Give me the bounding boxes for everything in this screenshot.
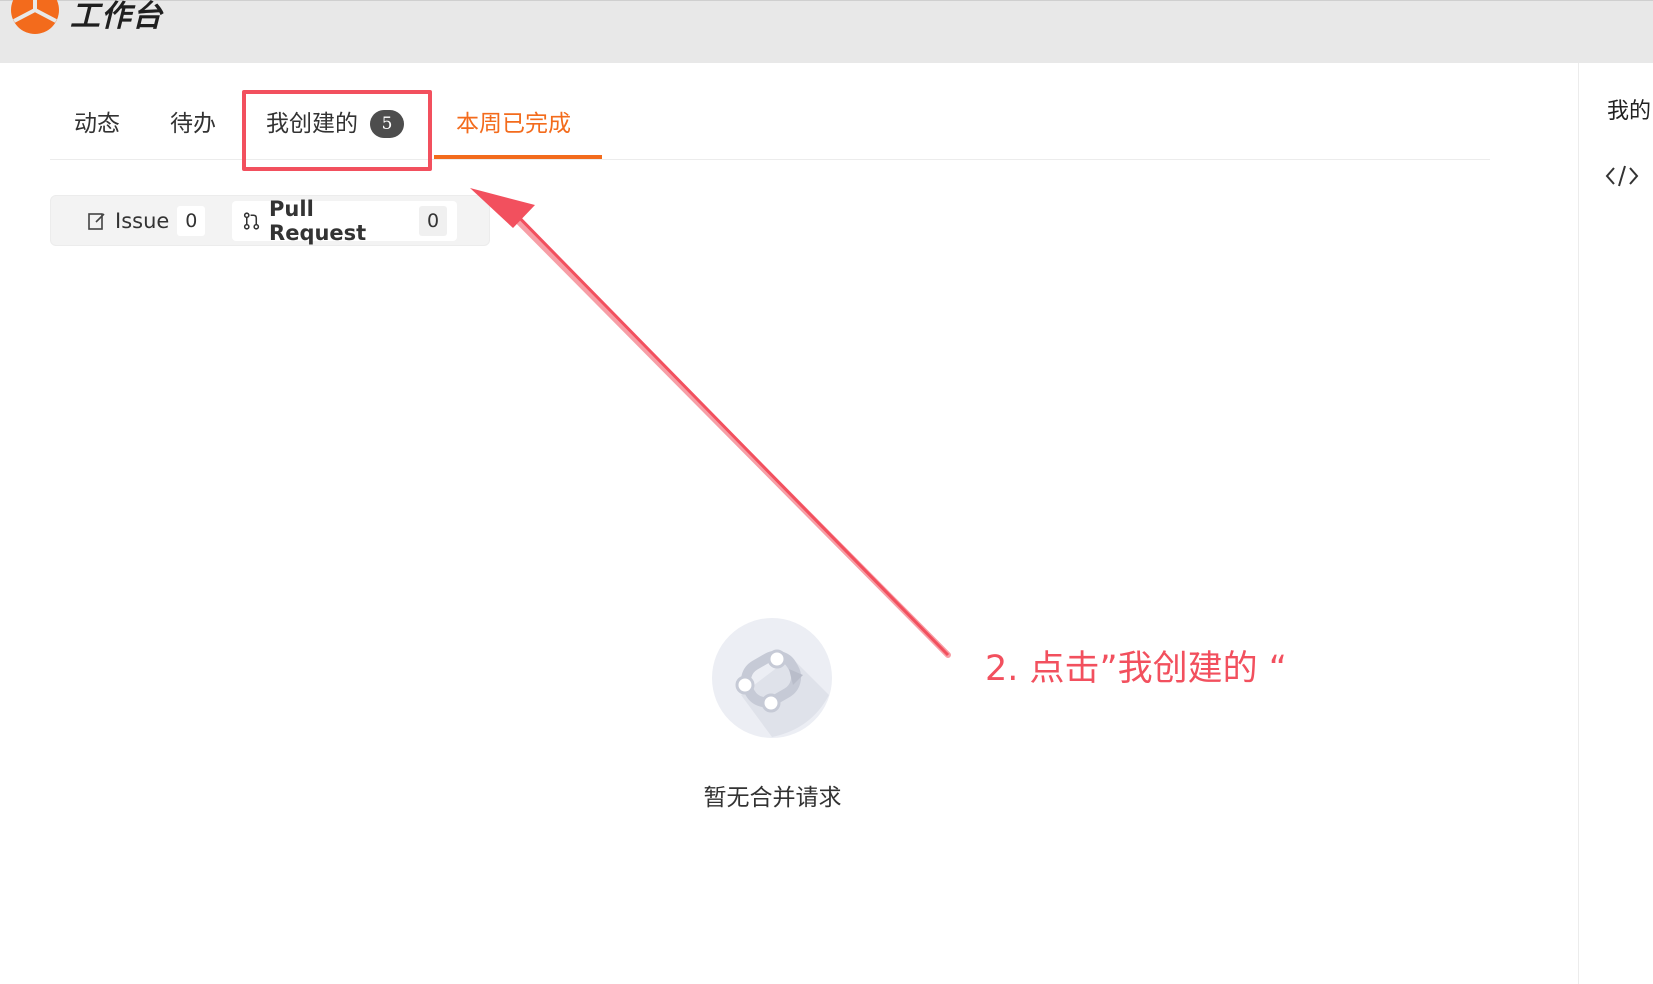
code-icon[interactable] <box>1605 163 1639 189</box>
tab-created-by-me[interactable]: 我创建的 5 <box>266 109 404 139</box>
tab-activity[interactable]: 动态 <box>74 109 120 139</box>
edit-issue-icon <box>88 213 105 230</box>
tab-todo[interactable]: 待办 <box>170 109 216 139</box>
orange-fan-logo-icon[interactable] <box>10 0 60 35</box>
filter-pull-request[interactable]: Pull Request 0 <box>232 197 457 245</box>
filter-pr-label: Pull Request <box>269 197 367 245</box>
tab-todo-label: 待办 <box>170 111 216 137</box>
right-panel: 我的 <box>1578 63 1653 984</box>
app-title: 工作台 <box>70 0 163 34</box>
right-panel-title: 我的 <box>1607 99 1652 124</box>
tab-activity-label: 动态 <box>74 111 120 137</box>
merge-request-illustration-icon <box>712 618 832 738</box>
top-bar: 工作台 <box>0 0 1653 63</box>
count-badge: 5 <box>370 110 404 138</box>
filter-issue[interactable]: Issue 0 <box>77 201 215 241</box>
filter-issue-count: 0 <box>177 206 206 236</box>
empty-state-text: 暂无合并请求 <box>703 785 842 811</box>
active-tab-underline <box>434 155 602 159</box>
tab-created-label: 我创建的 <box>266 111 358 137</box>
tab-completed-this-week[interactable]: 本周已完成 <box>456 109 571 139</box>
pull-request-icon <box>243 212 260 230</box>
filter-issue-label: Issue <box>115 209 170 233</box>
filter-pr-count: 0 <box>419 206 447 236</box>
main-tabs: 动态 待办 我创建的 5 本周已完成 <box>50 95 1490 160</box>
tab-week-label: 本周已完成 <box>456 111 571 137</box>
type-filter: Issue 0 Pull Request 0 <box>50 195 490 246</box>
annotation-text: 2. 点击”我创建的 “ <box>985 649 1287 689</box>
